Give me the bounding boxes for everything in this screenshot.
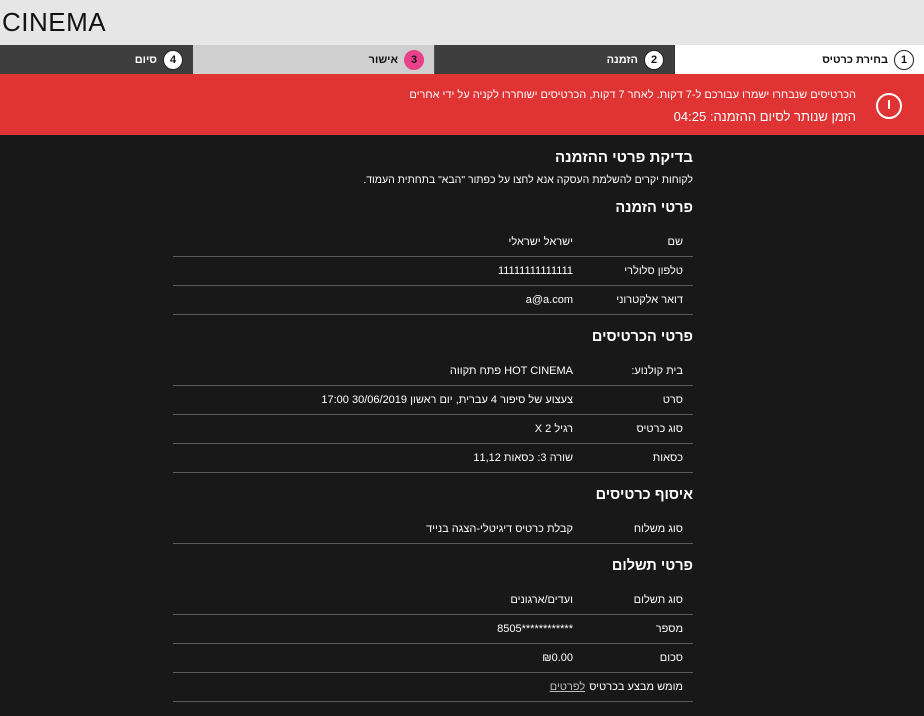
section-title: פרטי הזמנה (615, 200, 693, 216)
step-select-ticket[interactable]: 1 בחירת כרטיס (674, 45, 924, 74)
step-label: הזמנה (606, 53, 638, 66)
step-label: אישור (368, 53, 398, 66)
alert-message: הכרטיסים שנבחרו ישמרו עבורכם ל-7 דקות. ל… (409, 89, 856, 101)
detail-label: סוג כרטיס (636, 423, 683, 435)
detail-label: סוג תשלום (633, 594, 683, 606)
pickup-section: איסוף כרטיסים סוג משלוח קבלת כרטיס דיגיטל… (173, 487, 693, 544)
detail-row: סוג משלוח קבלת כרטיס דיגיטלי-הצגה בנייד (173, 515, 693, 544)
detail-value: 11111111111111 (497, 265, 573, 277)
detail-value: קבלת כרטיס דיגיטלי-הצגה בנייד (426, 523, 573, 535)
detail-value: שורה 3: כסאות 11,12 (473, 452, 573, 464)
remaining-time: הזמן שנותר לסיום ההזמנה: 04:25 (673, 109, 856, 124)
top-bar: CINEMA (0, 0, 924, 45)
step-finish: 4 סיום (0, 45, 193, 74)
detail-label: טלפון סלולרי (624, 265, 683, 277)
order-review: בדיקת פרטי ההזמנה לקוחות יקרים להשלמת הע… (173, 149, 693, 716)
detail-value: a@a.com (525, 294, 573, 306)
section-title: פרטי תשלום (611, 558, 693, 574)
step-number: 1 (894, 49, 914, 70)
intro-text: לקוחות יקרים להשלמת העסקה אנא לחצו על כפ… (363, 174, 693, 186)
payment-section: פרטי תשלום סוג תשלום ועדים/ארגונים מספר **… (173, 558, 693, 702)
detail-value: HOT CINEMA פתח תקווה (449, 365, 573, 377)
detail-row: שם ישראל ישראלי (173, 228, 693, 257)
detail-label: כסאות (652, 452, 683, 464)
step-order[interactable]: 2 הזמנה (434, 45, 674, 74)
promo-note: מומש מבצע בכרטיס לפרטים (173, 673, 693, 702)
detail-value: ************8505 (497, 623, 573, 635)
detail-value: ישראל ישראלי (508, 236, 573, 248)
detail-row: בית קולנוע: HOT CINEMA פתח תקווה (173, 357, 693, 386)
detail-row: כסאות שורה 3: כסאות 11,12 (173, 444, 693, 473)
clock-icon (876, 93, 902, 119)
logo[interactable]: CINEMA (2, 7, 106, 38)
detail-label: מספר (655, 623, 683, 635)
step-number: 3 (404, 49, 424, 70)
ticket-details-section: פרטי הכרטיסים בית קולנוע: HOT CINEMA פתח … (173, 329, 693, 473)
detail-value: צעצוע של סיפור 4 עברית, יום ראשון 30/06/… (321, 394, 573, 406)
detail-row: סוג תשלום ועדים/ארגונים (173, 586, 693, 615)
detail-value: ועדים/ארגונים (510, 594, 573, 606)
detail-label: דואר אלקטרוני (616, 294, 683, 306)
detail-row: טלפון סלולרי 11111111111111 (173, 257, 693, 286)
step-number: 4 (163, 49, 183, 70)
detail-value: ₪0.00 (542, 652, 573, 664)
detail-label: סכום (659, 652, 683, 664)
step-number: 2 (644, 49, 664, 70)
section-title: פרטי הכרטיסים (591, 329, 693, 345)
timer-alert: הכרטיסים שנבחרו ישמרו עבורכם ל-7 דקות. ל… (0, 74, 924, 135)
step-label: בחירת כרטיס (822, 53, 888, 66)
detail-row: סכום ₪0.00 (173, 644, 693, 673)
detail-value: רגיל X 2 (534, 423, 573, 435)
detail-label: סרט (662, 394, 683, 406)
detail-row: דואר אלקטרוני a@a.com (173, 286, 693, 315)
promo-details-link[interactable]: לפרטים (550, 681, 585, 693)
step-confirm: 3 אישור (193, 45, 434, 74)
detail-row: סרט צעצוע של סיפור 4 עברית, יום ראשון 30/… (173, 386, 693, 415)
detail-label: שם (667, 236, 684, 248)
page-title: בדיקת פרטי ההזמנה (555, 149, 693, 166)
detail-label: בית קולנוע: (631, 365, 683, 377)
promo-text: מומש מבצע בכרטיס (589, 681, 683, 693)
detail-row: סוג כרטיס רגיל X 2 (173, 415, 693, 444)
section-title: איסוף כרטיסים (595, 487, 693, 503)
step-label: סיום (134, 53, 157, 66)
detail-row: מספר ************8505 (173, 615, 693, 644)
progress-steps: 1 בחירת כרטיס 2 הזמנה 3 אישור 4 סיום (0, 45, 924, 74)
order-details-section: פרטי הזמנה שם ישראל ישראלי טלפון סלולרי 11… (173, 200, 693, 315)
detail-label: סוג משלוח (633, 523, 683, 535)
